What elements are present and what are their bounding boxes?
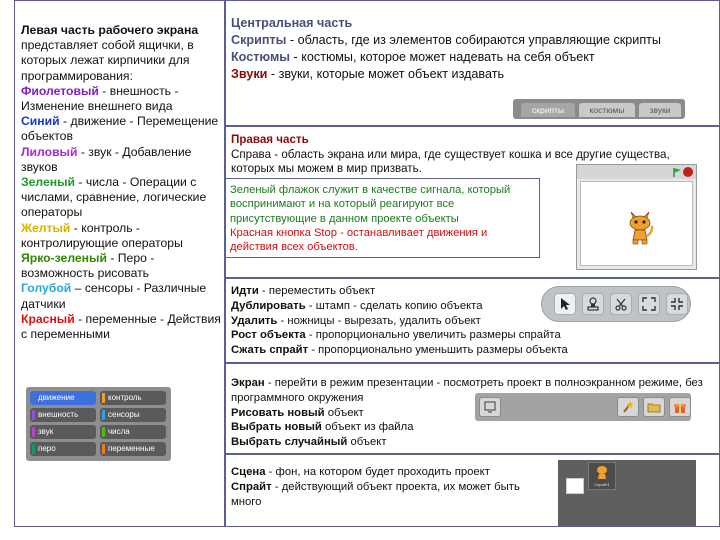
presentation-icon (484, 401, 496, 413)
stamp-icon (587, 297, 599, 311)
category-bright-green: Ярко-зеленый (21, 251, 107, 266)
new-sprite-bar (475, 393, 691, 421)
random-sprite-button[interactable] (669, 397, 691, 417)
cat-sprite-icon[interactable] (625, 208, 655, 246)
sprite-toolbar (541, 286, 691, 322)
palette-control-button[interactable]: контроль (100, 391, 166, 405)
palette-operators-button[interactable]: числа (100, 425, 166, 439)
duplicate-tool-button[interactable] (582, 293, 604, 315)
paintbrush-star-icon (623, 401, 634, 413)
tab-costumes[interactable]: костюмы (579, 103, 635, 117)
presentation-mode-button[interactable] (479, 397, 501, 417)
choose-sprite-from-file-button[interactable] (643, 397, 665, 417)
green-flag-icon[interactable] (672, 167, 682, 177)
scissors-icon (615, 298, 627, 311)
arrow-tool-button[interactable] (554, 293, 576, 315)
tab-scripts[interactable]: скрипты (521, 103, 575, 117)
left-description: Левая часть рабочего экрана представляет… (21, 23, 221, 342)
flag-stop-note: Зеленый флажок служит в качестве сигнала… (225, 178, 540, 258)
center-description: Центральная часть Скрипты - область, где… (231, 16, 661, 81)
palette-sensing-button[interactable]: сенсоры (100, 408, 166, 422)
block-category-palette: движение контроль внешность сенсоры звук… (26, 387, 171, 461)
palette-sound-button[interactable]: звук (30, 425, 96, 439)
script-tabs: скрипты костюмы звуки (513, 99, 685, 119)
grow-arrows-icon (642, 297, 656, 311)
category-purple: Фиолетовый (21, 83, 99, 98)
gift-box-icon (674, 404, 686, 413)
stage-window (576, 164, 697, 270)
sprite-caption: Спрайт1 (594, 482, 610, 487)
stage-sprite-description: Сцена - фон, на котором будет проходить … (231, 466, 520, 508)
delete-tool-button[interactable] (610, 293, 632, 315)
tab-sounds[interactable]: звуки (639, 103, 681, 117)
palette-looks-button[interactable]: внешность (30, 408, 96, 422)
category-yellow: Желтый (21, 220, 71, 235)
cat-sprite-thumbnail-icon (597, 466, 607, 479)
shrink-tool-button[interactable] (666, 293, 688, 315)
sprite-thumbnail[interactable]: Спрайт1 (588, 462, 616, 490)
right-title: Правая часть (231, 133, 309, 146)
palette-pen-button[interactable]: перо (30, 442, 96, 456)
shrink-arrows-icon (671, 298, 683, 310)
palette-motion-button[interactable]: движение (30, 391, 96, 405)
palette-variables-button[interactable]: переменные (100, 442, 166, 456)
stage-area[interactable] (580, 181, 693, 266)
stop-icon[interactable] (683, 167, 693, 177)
grow-tool-button[interactable] (638, 293, 660, 315)
category-lilac: Лиловый (21, 144, 78, 159)
category-cyan: Голубой (21, 281, 72, 296)
center-title: Центральная часть (231, 16, 353, 30)
stage-thumbnail[interactable] (566, 478, 584, 494)
arrow-cursor-icon (561, 298, 570, 310)
category-green: Зеленый (21, 175, 76, 190)
sprite-list-area: Спрайт1 (558, 460, 696, 526)
paint-new-sprite-button[interactable] (617, 397, 639, 417)
folder-icon (647, 403, 661, 413)
category-red: Красный (21, 311, 75, 326)
category-blue: Синий (21, 114, 60, 129)
flag-description: Зеленый флажок служит в качестве сигнала… (230, 184, 511, 225)
stop-description: Красная кнопка Stop - останавливает движ… (230, 226, 488, 254)
